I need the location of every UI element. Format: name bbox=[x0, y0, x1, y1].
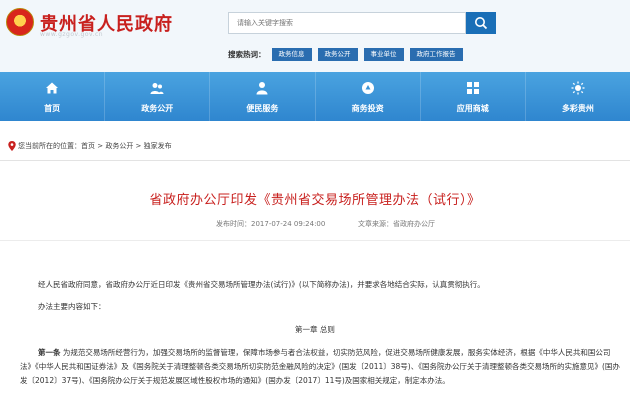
article-source-value: 省政府办公厅 bbox=[393, 220, 435, 228]
article-source: 文章来源：省政府办公厅 bbox=[358, 219, 435, 229]
nav-item-colorful-guizhou[interactable]: 多彩贵州 bbox=[526, 72, 630, 121]
hot-search-words: 搜索热词： 政务信息 政务公开 事业单位 政府工作报告 bbox=[228, 47, 469, 61]
hot-tag[interactable]: 政府工作报告 bbox=[409, 47, 463, 61]
publish-date-value: 2017-07-24 09:24:00 bbox=[251, 220, 326, 228]
article-clause-body: 为规范交易场所经营行为，加强交易场所的监督管理，保障市场参与者合法权益，切实防范… bbox=[20, 348, 620, 385]
search-box bbox=[228, 12, 466, 34]
breadcrumb-divider bbox=[0, 160, 630, 161]
nav-label: 应用商城 bbox=[456, 104, 489, 113]
business-icon bbox=[361, 82, 374, 94]
nav-label: 首页 bbox=[44, 104, 61, 113]
hot-tag[interactable]: 政务信息 bbox=[271, 47, 312, 61]
nav-label: 多彩贵州 bbox=[561, 104, 594, 113]
nav-item-services[interactable]: 便民服务 bbox=[210, 72, 316, 121]
site-url: www.gzgov.gov.cn bbox=[40, 31, 104, 38]
publish-date: 发布时间：2017-07-24 09:24:00 bbox=[216, 219, 325, 229]
breadcrumb-link-home[interactable]: 首页 bbox=[81, 142, 95, 150]
nav-label: 商务投资 bbox=[351, 104, 384, 113]
nav-item-business[interactable]: 商务投资 bbox=[316, 72, 421, 121]
breadcrumb-separator: > bbox=[133, 142, 144, 150]
person-service-icon bbox=[256, 82, 268, 95]
article-paragraph: 第一条 为规范交易场所经营行为，加强交易场所的监督管理，保障市场参与者合法权益，… bbox=[20, 346, 620, 388]
hot-tag[interactable]: 政务公开 bbox=[317, 47, 358, 61]
nav-label: 便民服务 bbox=[246, 104, 279, 113]
breadcrumb: 您当前所在的位置：首页 > 政务公开 > 独家发布 bbox=[0, 136, 630, 156]
chapter-heading: 第一章 总则 bbox=[295, 325, 335, 334]
article-clause-number: 第一条 bbox=[38, 348, 61, 357]
article-paragraph: 办法主要内容如下： bbox=[38, 302, 106, 311]
article-source-label: 文章来源： bbox=[358, 220, 393, 228]
apps-grid-icon bbox=[466, 82, 479, 94]
nav-item-gov-affairs[interactable]: 政务公开 bbox=[105, 72, 211, 121]
meta-divider bbox=[0, 240, 630, 241]
breadcrumb-link-gov-affairs[interactable]: 政务公开 bbox=[105, 142, 133, 150]
article-paragraph: 经人民省政府同意，省政府办公厅近日印发《贵州省交易场所管理办法(试行)》(以下简… bbox=[38, 280, 485, 289]
national-emblem-icon[interactable] bbox=[6, 8, 34, 36]
sun-icon bbox=[571, 81, 585, 95]
people-icon bbox=[150, 83, 164, 94]
hot-search-label: 搜索热词： bbox=[228, 49, 266, 59]
search-button[interactable] bbox=[466, 12, 496, 34]
nav-item-app-store[interactable]: 应用商城 bbox=[421, 72, 526, 121]
nav-label: 政务公开 bbox=[141, 104, 174, 113]
hot-tag[interactable]: 事业单位 bbox=[363, 47, 404, 61]
main-nav: 首页 政务公开 便民服务 商务投资 应用商城 多彩贵州 bbox=[0, 72, 630, 121]
publish-date-label: 发布时间： bbox=[216, 220, 251, 228]
site-header: 贵州省人民政府 www.gzgov.gov.cn 搜索热词： 政务信息 政务公开… bbox=[0, 0, 630, 72]
nav-item-home[interactable]: 首页 bbox=[0, 72, 106, 121]
breadcrumb-link-exclusive[interactable]: 独家发布 bbox=[144, 142, 172, 150]
breadcrumb-separator: > bbox=[95, 142, 106, 150]
search-icon bbox=[475, 17, 488, 30]
home-icon bbox=[46, 82, 59, 94]
breadcrumb-prefix: 您当前所在的位置： bbox=[18, 142, 81, 150]
search-input[interactable] bbox=[229, 13, 465, 33]
article-title: 省政府办公厅印发《贵州省交易场所管理办法（试行）》 bbox=[149, 193, 481, 208]
